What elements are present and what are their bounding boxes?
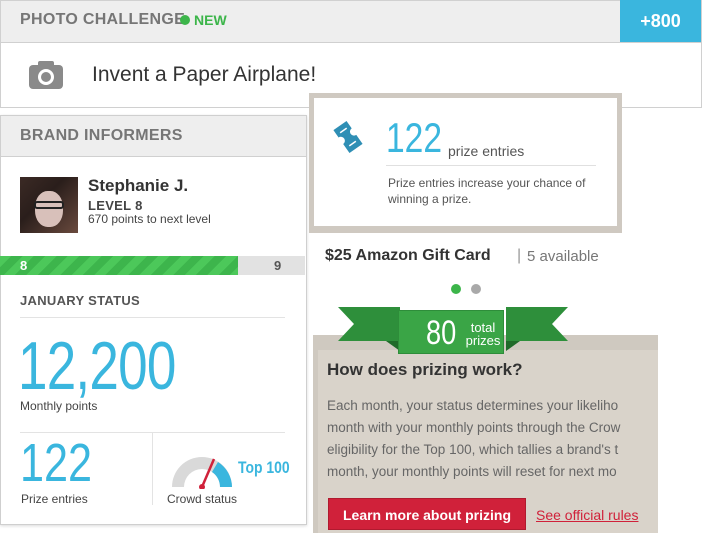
prize-entries-value: 122 (20, 433, 93, 493)
level-progress-bar (0, 256, 305, 275)
prizing-info-line: month with your monthly points through t… (327, 420, 621, 435)
photo-challenge-title: PHOTO CHALLENGE (20, 11, 186, 28)
prize-entries-description: Prize entries increase your chance of wi… (388, 176, 586, 206)
monthly-points-value: 12,200 (18, 328, 176, 404)
official-rules-link[interactable]: See official rules (536, 507, 638, 523)
status-period-title: JANUARY STATUS (20, 293, 141, 308)
prizing-info-line: month, your monthly points will reset fo… (327, 464, 617, 479)
total-prizes-label-line2: prizes (465, 333, 501, 348)
avatar[interactable] (20, 177, 78, 233)
crowd-gauge-icon (172, 457, 232, 489)
new-badge: NEW (194, 12, 227, 28)
prizing-info-line: eligibility for the Top 100, which talli… (327, 442, 619, 457)
challenge-task-link[interactable]: Invent a Paper Airplane! (92, 63, 316, 87)
user-name[interactable]: Stephanie J. (88, 176, 188, 196)
carousel-dot-active[interactable] (451, 284, 461, 294)
learn-more-button[interactable]: Learn more about prizing (328, 498, 526, 530)
divider (152, 433, 153, 505)
points-to-next-level: 670 points to next level (88, 212, 211, 226)
monthly-points-label: Monthly points (20, 399, 98, 413)
prize-entries-unit: prize entries (448, 143, 525, 159)
total-prizes-label: total prizes (463, 321, 503, 347)
prizing-info-title: How does prizing work? (327, 360, 523, 379)
prize-entries-count: 122 (386, 114, 443, 161)
new-status-dot (180, 15, 190, 25)
prize-name: $25 Amazon Gift Card (325, 247, 491, 264)
level-progress-fill (0, 256, 238, 275)
camera-icon (29, 61, 63, 89)
crowd-status-label: Crowd status (167, 492, 238, 506)
challenge-points-badge: +800 (620, 0, 701, 42)
brand-informers-title: BRAND INFORMERS (20, 127, 183, 144)
divider (20, 317, 285, 318)
prize-separator: | (517, 247, 522, 264)
prize-availability: 5 available (527, 248, 599, 265)
divider (386, 165, 596, 166)
prize-entries-label: Prize entries (21, 492, 88, 506)
crowd-status-value: Top 100 (238, 458, 290, 477)
prizing-info-line: Each month, your status determines your … (327, 398, 619, 413)
prizing-info-text: Each month, your status determines your … (327, 395, 658, 483)
total-prizes-count: 80 (426, 314, 457, 352)
current-level-number: 8 (20, 258, 28, 273)
carousel-dot[interactable] (471, 284, 481, 294)
next-level-number: 9 (274, 258, 282, 273)
ticket-icon (333, 120, 363, 154)
user-level: LEVEL 8 (88, 198, 143, 213)
